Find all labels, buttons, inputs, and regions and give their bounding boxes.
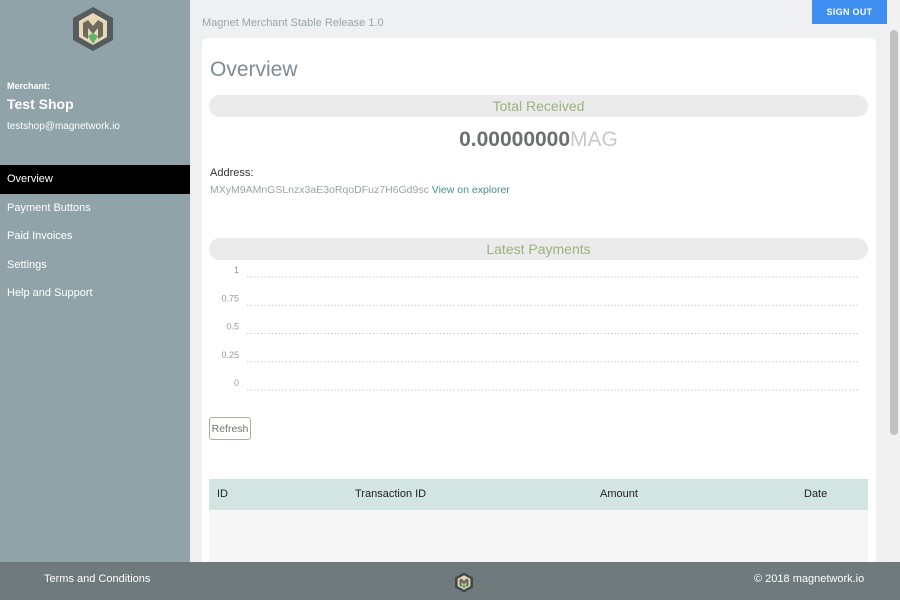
total-received-heading: Total Received <box>209 95 868 117</box>
terms-link[interactable]: Terms and Conditions <box>44 573 150 585</box>
wallet-address: MXyM9AMnGSLnzx3aE3oRqoDFuz7H6Gd9sc <box>210 184 429 196</box>
sidebar-item-settings[interactable]: Settings <box>0 251 190 280</box>
merchant-email: testshop@magnetwork.io <box>7 121 120 132</box>
magnet-logo-icon[interactable] <box>71 6 115 52</box>
scrollbar-thumb[interactable] <box>890 30 898 435</box>
address-label: Address: <box>210 167 254 179</box>
table-header-row: ID Transaction ID Amount Date <box>209 479 868 510</box>
overview-card: Overview Total Received 0.00000000MAG Ad… <box>202 38 876 570</box>
merchant-label: Merchant: <box>7 81 51 91</box>
view-on-explorer-link[interactable]: View on explorer <box>432 184 510 196</box>
page-title: Overview <box>210 58 298 81</box>
footer: Terms and Conditions © 2018 magnetwork.i… <box>0 562 900 600</box>
release-label: Magnet Merchant Stable Release 1.0 <box>202 17 384 29</box>
column-header-date[interactable]: Date <box>804 488 827 500</box>
sidebar: Merchant: Test Shop testshop@magnetwork.… <box>0 0 190 562</box>
y-tick-label: 0 <box>234 378 239 388</box>
latest-payments-heading: Latest Payments <box>209 238 868 260</box>
sidebar-item-help-and-support[interactable]: Help and Support <box>0 279 190 308</box>
sidebar-item-overview[interactable]: Overview <box>0 165 190 194</box>
chart-svg: 1 0.75 0.5 0.25 0 <box>221 265 859 391</box>
y-tick-label: 0.75 <box>221 293 239 303</box>
column-header-id[interactable]: ID <box>217 488 228 500</box>
y-tick-label: 0.25 <box>221 350 239 360</box>
address-line: MXyM9AMnGSLnzx3aE3oRqoDFuz7H6Gd9sc View … <box>210 184 510 196</box>
latest-payments-chart: 1 0.75 0.5 0.25 0 <box>209 265 869 396</box>
y-tick-label: 1 <box>234 266 239 275</box>
sidebar-nav: Overview Payment Buttons Paid Invoices S… <box>0 165 190 308</box>
sidebar-item-paid-invoices[interactable]: Paid Invoices <box>0 222 190 251</box>
copyright: © 2018 magnetwork.io <box>754 573 865 585</box>
merchant-name: Test Shop <box>7 96 74 112</box>
scrollbar[interactable] <box>888 0 900 562</box>
sidebar-item-payment-buttons[interactable]: Payment Buttons <box>0 194 190 223</box>
sign-out-button[interactable]: SIGN OUT <box>812 0 887 24</box>
total-received-value: 0.00000000 <box>459 128 571 151</box>
column-header-transaction-id[interactable]: Transaction ID <box>355 488 426 500</box>
total-received: 0.00000000MAG <box>209 128 868 152</box>
column-header-amount[interactable]: Amount <box>600 488 638 500</box>
magnet-footer-logo-icon <box>454 572 474 593</box>
payments-table: ID Transaction ID Amount Date <box>209 479 868 570</box>
table-body <box>209 510 868 570</box>
total-received-unit: MAG <box>570 128 618 151</box>
refresh-button[interactable]: Refresh <box>209 417 251 440</box>
y-tick-label: 0.5 <box>226 322 239 332</box>
